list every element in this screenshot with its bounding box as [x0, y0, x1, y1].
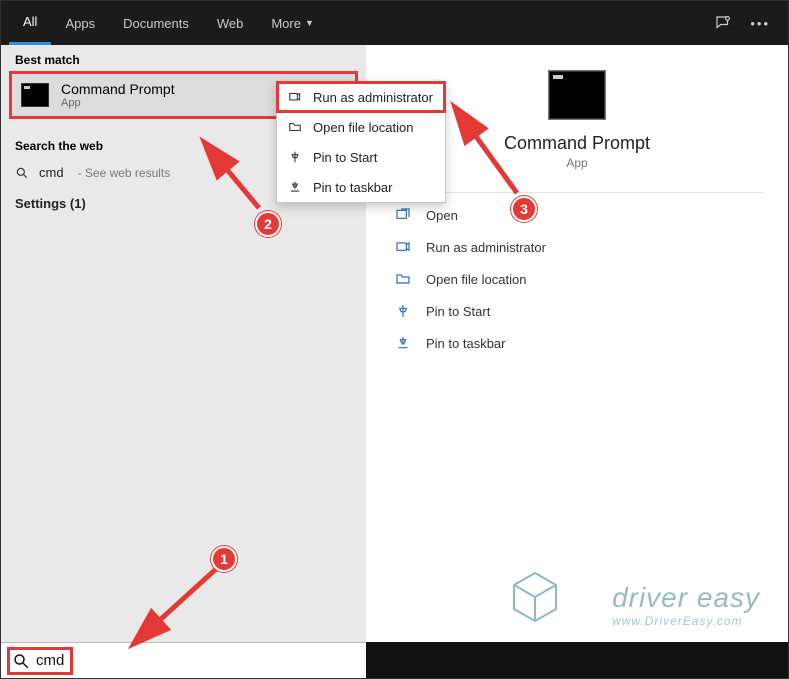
taskbar-strip: [366, 642, 788, 678]
tab-label: All: [23, 14, 37, 29]
tab-label: More: [271, 16, 301, 31]
pin-taskbar-icon: [287, 179, 303, 195]
web-result-hint: - See web results: [78, 166, 171, 180]
best-match-subtitle: App: [61, 97, 175, 109]
divider: [390, 192, 764, 193]
annotation-badge-3: 3: [511, 196, 537, 222]
more-options-icon[interactable]: •••: [750, 16, 770, 31]
watermark-line1: driver easy: [612, 582, 760, 614]
command-prompt-icon: [21, 83, 49, 107]
watermark-text: driver easy www.DriverEasy.com: [612, 582, 760, 628]
pin-taskbar-icon: [394, 334, 412, 352]
preview-title: Command Prompt: [390, 133, 764, 154]
tab-label: Apps: [65, 16, 95, 31]
open-icon: [394, 206, 412, 224]
action-pin-to-taskbar[interactable]: Pin to taskbar: [390, 327, 764, 359]
tab-label: Web: [217, 16, 244, 31]
action-label: Open file location: [426, 272, 526, 287]
pin-start-icon: [394, 302, 412, 320]
tab-more[interactable]: More ▼: [257, 1, 328, 45]
pin-start-icon: [287, 149, 303, 165]
run-admin-icon: [287, 89, 303, 105]
chevron-down-icon: ▼: [305, 18, 314, 28]
watermark-line2: www.DriverEasy.com: [612, 614, 760, 628]
annotation-arrow-2: [199, 136, 274, 216]
annotation-arrow-1: [121, 561, 231, 656]
preview-actions: Open Run as administrator Open file loca…: [390, 199, 764, 359]
run-admin-icon: [394, 238, 412, 256]
search-input-value[interactable]: cmd: [36, 652, 64, 669]
search-icon: [12, 652, 30, 670]
menu-pin-to-taskbar[interactable]: Pin to taskbar: [277, 172, 445, 202]
tab-web[interactable]: Web: [203, 1, 258, 45]
action-label: Pin to Start: [426, 304, 490, 319]
tab-all[interactable]: All: [9, 1, 51, 45]
annotation-badge-2: 2: [255, 211, 281, 237]
context-menu: Run as administrator Open file location …: [276, 81, 446, 203]
folder-open-icon: [287, 119, 303, 135]
annotation-highlight-search: cmd: [7, 647, 73, 675]
tab-label: Documents: [123, 16, 189, 31]
feedback-icon[interactable]: [714, 14, 732, 32]
search-category-tabs: All Apps Documents Web More ▼ •••: [1, 1, 788, 45]
tab-documents[interactable]: Documents: [109, 1, 203, 45]
menu-pin-to-start[interactable]: Pin to Start: [277, 142, 445, 172]
action-open-file-location[interactable]: Open file location: [390, 263, 764, 295]
menu-label: Run as administrator: [313, 90, 433, 105]
search-icon: [15, 166, 29, 180]
best-match-heading: Best match: [1, 45, 366, 73]
action-run-as-administrator[interactable]: Run as administrator: [390, 231, 764, 263]
action-open[interactable]: Open: [390, 199, 764, 231]
action-label: Pin to taskbar: [426, 336, 506, 351]
menu-label: Pin to taskbar: [313, 180, 393, 195]
settings-label: Settings (1): [15, 196, 86, 211]
best-match-title: Command Prompt: [61, 81, 175, 97]
action-label: Run as administrator: [426, 240, 546, 255]
preview-subtitle: App: [390, 156, 764, 170]
tab-apps[interactable]: Apps: [51, 1, 109, 45]
watermark-hex-icon: [512, 571, 558, 623]
action-label: Open: [426, 208, 458, 223]
web-result-term: cmd: [39, 165, 64, 180]
menu-open-file-location[interactable]: Open file location: [277, 112, 445, 142]
action-pin-to-start[interactable]: Pin to Start: [390, 295, 764, 327]
folder-open-icon: [394, 270, 412, 288]
preview-app-icon: [549, 71, 605, 119]
menu-label: Pin to Start: [313, 150, 377, 165]
menu-run-as-administrator[interactable]: Run as administrator: [277, 82, 445, 112]
annotation-badge-1: 1: [211, 546, 237, 572]
menu-label: Open file location: [313, 120, 413, 135]
annotation-arrow-3: [449, 101, 529, 201]
